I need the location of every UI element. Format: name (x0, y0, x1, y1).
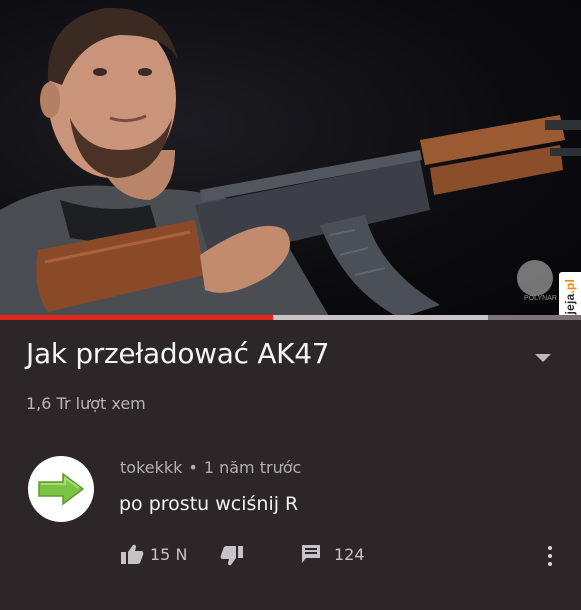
progress-buffered (273, 315, 489, 320)
progress-played (0, 315, 274, 320)
thumbs-down-icon (220, 546, 243, 566)
thumbs-up-icon (121, 544, 144, 564)
more-options-button[interactable] (545, 543, 555, 569)
meta-separator: • (188, 458, 198, 477)
expand-chevron-icon (535, 354, 551, 362)
comment-text: po prostu wciśnij R (119, 493, 299, 515)
expand-description-button[interactable] (533, 350, 553, 364)
jeja-watermark-badge: jeja.pl (559, 272, 581, 318)
video-title: Jak przeładować AK47 (26, 337, 330, 370)
video-player[interactable]: POLYNAR jeja.pl (0, 0, 581, 318)
video-watch-page: POLYNAR jeja.pl Jak przeładować AK47 1,6… (0, 0, 581, 610)
watermark-text: jeja.pl (563, 279, 577, 315)
video-progress-bar[interactable] (0, 315, 581, 320)
more-vert-icon (548, 554, 552, 558)
comment-meta: tokekkk • 1 năm trước (120, 458, 301, 477)
reply-button[interactable]: 124 (300, 543, 365, 565)
svg-text:POLYNAR: POLYNAR (524, 295, 557, 302)
like-button[interactable]: 15 N (120, 543, 187, 565)
video-frame-image: POLYNAR (0, 7, 581, 318)
like-count: 15 N (150, 544, 188, 564)
comment-time: 1 năm trước (203, 458, 302, 477)
dislike-button[interactable] (220, 545, 244, 567)
more-vert-icon (548, 562, 552, 566)
reply-count: 124 (334, 544, 365, 564)
reply-icon (302, 545, 320, 563)
view-count: 1,6 Tr lượt xem (26, 394, 146, 413)
right-arrow-icon (38, 472, 85, 506)
comment-actions: 15 N 124 (120, 543, 560, 569)
more-vert-icon (548, 546, 552, 550)
comment-author[interactable]: tokekkk (120, 458, 182, 477)
avatar[interactable] (28, 456, 94, 522)
